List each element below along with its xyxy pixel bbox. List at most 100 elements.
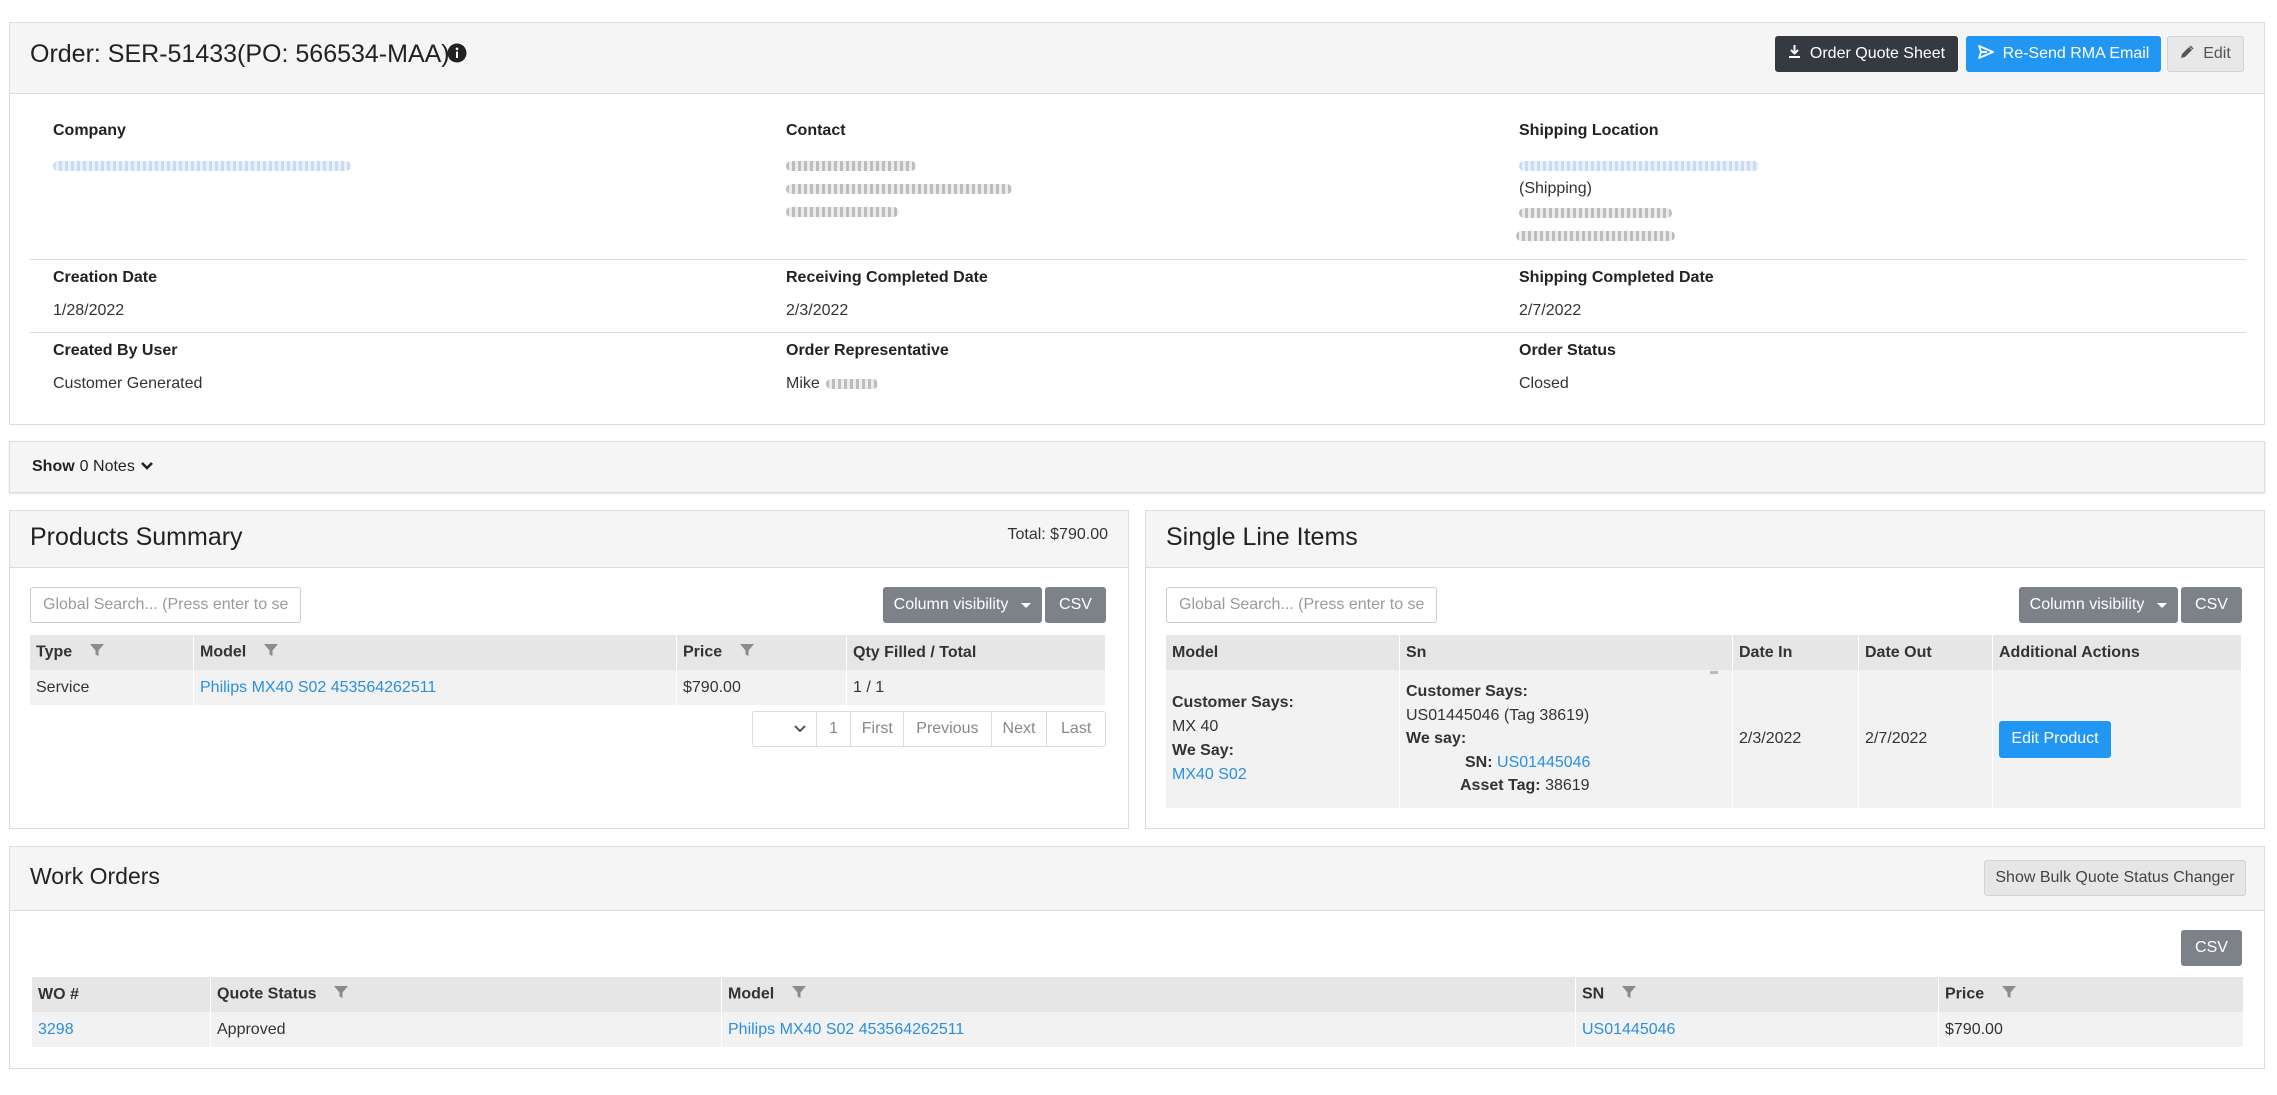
info-icon[interactable] [447, 43, 467, 68]
customer-says-label: Customer Says: [1172, 694, 1294, 711]
column-header-date-in[interactable]: Date In [1732, 635, 1859, 670]
work-orders-csv-button[interactable]: CSV [2181, 930, 2242, 966]
caret-down-icon [1021, 602, 1032, 608]
receiving-completed-label: Receiving Completed Date [786, 269, 988, 286]
filter-icon[interactable] [1621, 984, 1637, 1005]
single-line-items-panel: Single Line Items Column visibility CSV … [1145, 510, 2265, 829]
contact-label: Contact [786, 122, 846, 139]
products-summary-header: Products Summary Total: $790.00 [10, 511, 1128, 568]
column-header-sn[interactable]: Sn [1399, 635, 1733, 670]
shipping-location-type: (Shipping) [1519, 180, 1592, 197]
product-model-link[interactable]: Philips MX40 S02 453564262511 [200, 679, 436, 696]
column-header-model[interactable]: Model [1166, 635, 1400, 670]
column-header-model[interactable]: Model [193, 635, 677, 670]
download-icon [1788, 44, 1801, 64]
column-header-model[interactable]: Model [721, 977, 1576, 1012]
shipping-location-label: Shipping Location [1519, 122, 1659, 139]
column-visibility-label: Column visibility [2029, 596, 2145, 613]
work-orders-panel: Work Orders Show Bulk Quote Status Chang… [9, 846, 2265, 1069]
customer-model: MX 40 [1172, 718, 1219, 735]
receiving-completed-value: 2/3/2022 [786, 302, 849, 319]
notes-count: 0 Notes [79, 458, 135, 475]
column-header-type[interactable]: Type [30, 635, 194, 670]
products-summary-title: Products Summary [30, 523, 243, 551]
column-header-wo[interactable]: WO # [32, 977, 211, 1012]
contact-name-redacted [786, 161, 916, 171]
sn-we-say-label: We say: [1406, 730, 1467, 748]
order-rep-last-name-redacted [825, 379, 878, 389]
work-orders-table: WO # Quote Status Model SN Price 3298 Ap… [32, 977, 2244, 1047]
send-icon [1977, 44, 1994, 64]
first-page-button[interactable]: First [851, 712, 905, 746]
single-line-items-title: Single Line Items [1166, 523, 1358, 551]
caret-down-icon [2157, 602, 2168, 608]
filter-icon[interactable] [791, 984, 807, 1005]
table-row: Service Philips MX40 S02 453564262511 $7… [30, 670, 1106, 705]
creation-date-value: 1/28/2022 [53, 302, 125, 319]
contact-email-redacted [786, 184, 1012, 194]
shipping-completed-value: 2/7/2022 [1519, 302, 1582, 319]
order-status-value: Closed [1519, 375, 1569, 392]
column-header-qty[interactable]: Qty Filled / Total [846, 635, 1106, 670]
resend-rma-label: Re-Send RMA Email [2002, 45, 2150, 62]
cell-date-out: 2/7/2022 [1858, 670, 1993, 808]
cell-type: Service [30, 670, 194, 705]
notes-toggle[interactable]: Show 0 Notes [9, 441, 2265, 493]
resend-rma-email-button[interactable]: Re-Send RMA Email [1966, 36, 2161, 72]
column-header-quote-status[interactable]: Quote Status [210, 977, 722, 1012]
column-header-actions[interactable]: Additional Actions [1992, 635, 2242, 670]
order-quote-sheet-label: Order Quote Sheet [1809, 45, 1946, 62]
edit-product-button[interactable]: Edit Product [1999, 720, 2111, 758]
company-value-redacted [53, 161, 351, 171]
shipping-completed-label: Shipping Completed Date [1519, 269, 1714, 286]
last-page-button[interactable]: Last [1047, 712, 1105, 746]
created-by-label: Created By User [53, 342, 178, 359]
previous-page-button[interactable]: Previous [904, 712, 992, 746]
wo-model-link[interactable]: Philips MX40 S02 453564262511 [728, 1021, 964, 1038]
products-column-visibility-button[interactable]: Column visibility [883, 587, 1042, 623]
column-header-sn[interactable]: SN [1575, 977, 1939, 1012]
edit-order-button[interactable]: Edit [2167, 36, 2244, 72]
products-total: Total: $790.00 [1007, 526, 1108, 543]
column-header-price[interactable]: Price [676, 635, 847, 670]
cell-price: $790.00 [676, 670, 847, 705]
wo-sn-link[interactable]: US01445046 [1582, 1021, 1675, 1038]
line-items-table: Model Sn Date In Date Out Additional Act… [1166, 635, 2242, 808]
asset-tag-value: 38619 [1545, 777, 1590, 795]
column-header-price[interactable]: Price [1938, 977, 2244, 1012]
table-row: 3298 Approved Philips MX40 S02 453564262… [32, 1012, 2244, 1047]
products-table: Type Model Price Qty Filled / Total Serv… [30, 635, 1106, 705]
products-search-input[interactable] [30, 587, 301, 623]
chevron-down-icon [140, 458, 154, 476]
cell-sn: Customer Says: US01445046 (Tag 38619) We… [1399, 670, 1733, 808]
filter-icon[interactable] [89, 642, 105, 663]
order-rep-first-name: Mike [786, 375, 820, 392]
filter-icon[interactable] [2001, 984, 2017, 1005]
column-header-date-out[interactable]: Date Out [1858, 635, 1993, 670]
products-csv-button[interactable]: CSV [1045, 587, 1106, 623]
filter-icon[interactable] [333, 984, 349, 1005]
we-model-link[interactable]: MX40 S02 [1172, 766, 1247, 783]
filter-icon[interactable] [263, 642, 279, 663]
creation-date-label: Creation Date [53, 269, 158, 286]
sn-link[interactable]: US01445046 [1497, 754, 1590, 771]
filter-icon[interactable] [739, 642, 755, 663]
page-number-button[interactable]: 1 [817, 712, 852, 746]
sn-label: SN: [1465, 753, 1493, 771]
order-status-label: Order Status [1519, 342, 1616, 359]
page-size-select[interactable] [753, 712, 817, 746]
table-header-row: WO # Quote Status Model SN Price [32, 977, 2244, 1012]
column-visibility-label: Column visibility [893, 596, 1009, 613]
products-pagination: 1 First Previous Next Last [752, 711, 1106, 747]
line-items-column-visibility-button[interactable]: Column visibility [2019, 587, 2178, 623]
order-quote-sheet-button[interactable]: Order Quote Sheet [1775, 36, 1958, 72]
line-items-csv-button[interactable]: CSV [2181, 587, 2242, 623]
wo-number-link[interactable]: 3298 [38, 1021, 74, 1038]
shipping-location-redacted [1519, 161, 1759, 171]
company-label: Company [53, 122, 126, 139]
bulk-quote-status-button[interactable]: Show Bulk Quote Status Changer [1984, 860, 2246, 896]
line-items-search-input[interactable] [1166, 587, 1437, 623]
resize-handle-icon[interactable] [1710, 671, 1718, 674]
next-page-button[interactable]: Next [992, 712, 1048, 746]
edit-label: Edit [2203, 45, 2231, 62]
